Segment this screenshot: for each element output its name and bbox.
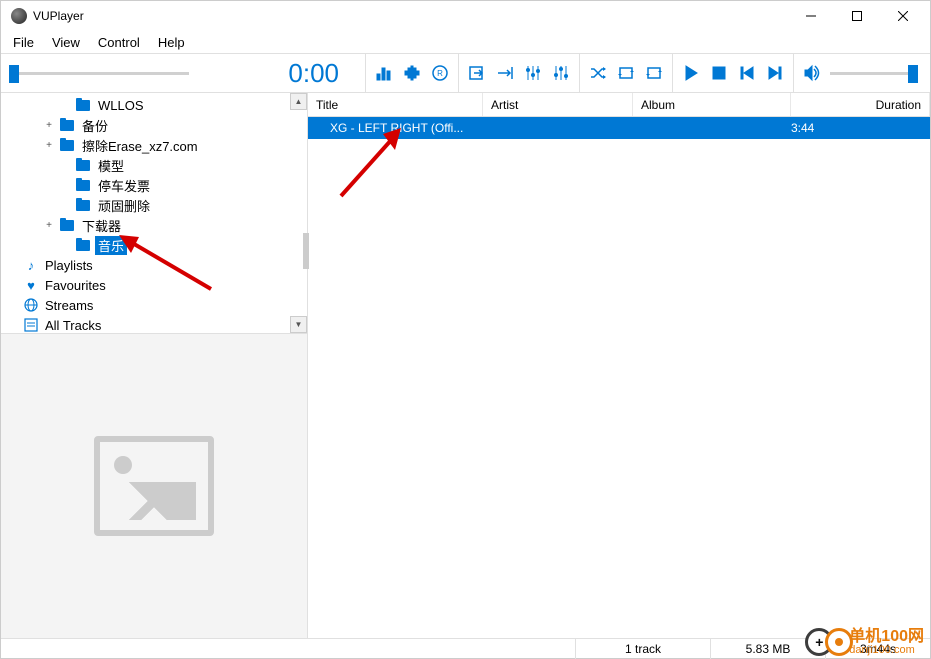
album-art-panel [1,333,307,638]
tree-folder[interactable]: WLLOS [1,95,307,115]
scroll-down-button[interactable]: ▼ [290,316,307,333]
repeat-icon[interactable] [613,60,639,86]
menu-help[interactable]: Help [150,33,193,52]
next-button[interactable] [762,60,788,86]
tree-folder[interactable]: 停车发票 [1,175,307,195]
folder-icon [59,138,75,152]
menu-view[interactable]: View [44,33,88,52]
folder-icon [75,178,91,192]
statusbar: 1 track 5.83 MB 3m44s [1,638,930,659]
titlebar: VUPlayer [1,1,930,31]
folder-icon [75,158,91,172]
bars-icon[interactable] [371,60,397,86]
volume-slider[interactable] [830,63,918,83]
watermark-text: 单机100网 [849,629,924,645]
folder-tree[interactable]: ▲ WLLOS +备份 +擦除Erase_xz7.com 模型 停车发票 顽固删… [1,93,307,333]
header-duration[interactable]: Duration [791,93,930,116]
volume-icon[interactable] [799,60,825,86]
shuffle-icon[interactable] [585,60,611,86]
heart-icon: ♥ [23,278,39,293]
status-tracks: 1 track [575,639,710,659]
close-button[interactable] [880,1,926,31]
stop-button[interactable] [706,60,732,86]
header-artist[interactable]: Artist [483,93,633,116]
tracklist-header: Title Artist Album Duration [308,93,930,117]
expand-icon[interactable]: + [43,220,55,231]
tracklist-panel: Title Artist Album Duration XG - LEFT RI… [308,93,930,638]
sidebar: ▲ WLLOS +备份 +擦除Erase_xz7.com 模型 停车发票 顽固删… [1,93,308,638]
tracklist-body[interactable]: XG - LEFT RIGHT (Offi... 3:44 [308,117,930,638]
menu-control[interactable]: Control [90,33,148,52]
expand-icon[interactable]: + [43,120,55,131]
sidebar-favourites[interactable]: ♥Favourites [1,275,307,295]
time-display: 0:00 [263,58,343,89]
export-icon[interactable] [492,60,518,86]
sidebar-streams[interactable]: Streams [1,295,307,315]
note-icon: ♪ [23,258,39,273]
track-duration: 3:44 [791,121,930,135]
waveform-icon[interactable] [399,60,425,86]
content-area: ▲ WLLOS +备份 +擦除Erase_xz7.com 模型 停车发票 顽固删… [1,93,930,638]
globe-icon [23,298,39,312]
repeat-one-icon[interactable] [641,60,667,86]
splitter-handle[interactable] [303,233,309,269]
eq-icon[interactable] [520,60,546,86]
tree-folder[interactable]: 顽固删除 [1,195,307,215]
minimize-button[interactable] [788,1,834,31]
image-placeholder-icon [94,436,214,536]
folder-icon [59,118,75,132]
window-title: VUPlayer [33,9,788,23]
watermark-url: danji100.com [849,645,924,656]
folder-icon [59,218,75,232]
sidebar-playlists[interactable]: ♪Playlists [1,255,307,275]
eq2-icon[interactable] [548,60,574,86]
header-title[interactable]: Title [308,93,483,116]
folder-icon [75,198,91,212]
tree-folder[interactable]: +擦除Erase_xz7.com [1,135,307,155]
folder-icon [75,238,91,252]
track-row[interactable]: XG - LEFT RIGHT (Offi... 3:44 [308,117,930,139]
tree-folder-selected[interactable]: 音乐 [1,235,307,255]
play-button[interactable] [678,60,704,86]
menubar: File View Control Help [1,31,930,53]
track-title: XG - LEFT RIGHT (Offi... [308,121,483,135]
tree-folder[interactable]: +备份 [1,115,307,135]
tree-folder[interactable]: +下载器 [1,215,307,235]
scroll-up-button[interactable]: ▲ [290,93,307,110]
app-icon [11,8,27,24]
expand-icon[interactable]: + [43,140,55,151]
menu-file[interactable]: File [5,33,42,52]
prev-button[interactable] [734,60,760,86]
svg-text:R: R [437,69,443,78]
watermark: + 单机100网 danji100.com [805,628,924,656]
header-album[interactable]: Album [633,93,791,116]
import-icon[interactable] [464,60,490,86]
list-icon [23,318,39,332]
folder-icon [75,98,91,112]
toolbar: 0:00 R [1,53,930,93]
tree-folder[interactable]: 模型 [1,155,307,175]
seek-slider[interactable] [9,63,189,83]
maximize-button[interactable] [834,1,880,31]
watermark-logo-icon: + [805,628,845,656]
loudness-icon[interactable]: R [427,60,453,86]
sidebar-all-tracks[interactable]: All Tracks [1,315,307,333]
